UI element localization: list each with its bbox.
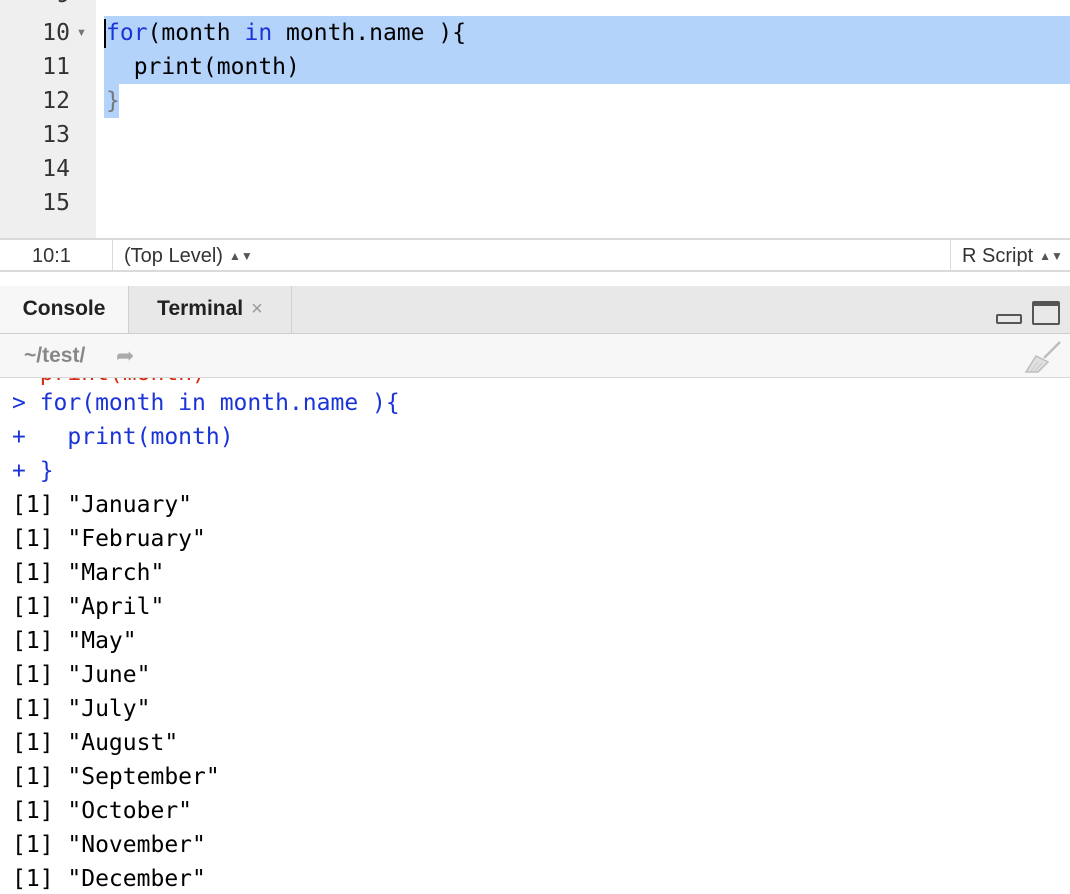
tab-label: Console [22,297,106,320]
tab-terminal[interactable]: Terminal × [129,286,292,333]
clear-console-broom-icon[interactable] [1024,340,1064,379]
console-output-line: [1] "November" [12,832,206,858]
console-input-line: + } [12,458,54,484]
divider [112,240,113,272]
minimize-pane-icon[interactable] [996,314,1022,324]
tab-console[interactable]: Console [0,286,129,333]
file-type-label: R Script [962,245,1034,267]
line-number: 13 [42,122,70,148]
line-number: 10 [42,20,70,46]
line-number: 11 [42,54,70,80]
scope-label: (Top Level) [124,245,223,267]
cursor-position: 10:1 [32,245,71,267]
console-output-line: [1] "May" [12,628,137,654]
divider [950,240,951,272]
console-output-line: [1] "March" [12,560,165,586]
working-directory: ~/test/ [24,344,86,367]
updown-chevron-icon: ▲▼ [228,249,253,263]
line-number: 15 [42,190,70,216]
file-type-selector[interactable]: R Script ▲▼ [962,240,1063,272]
console-output-line: [1] "December" [12,866,206,892]
code-line[interactable]: } [106,84,120,118]
console-output-line: [1] "August" [12,730,179,756]
console-input-line: + print(month) [12,424,234,450]
console-output-line: [1] "February" [12,526,206,552]
console-output-line: [1] "September" [12,764,220,790]
console-input-line: > for(month in month.name ){ [12,390,400,416]
tab-label: Terminal [157,297,244,320]
console-output[interactable]: print(month) > for(month in month.name )… [0,378,1070,894]
editor-status-bar: 10:1 (Top Level) ▲▼ R Script ▲▼ [0,238,1070,272]
console-output-line: [1] "October" [12,798,193,824]
code-line[interactable]: print(month) [106,50,300,84]
console-path-bar: ~/test/ ➦ [0,334,1070,378]
fold-chevron-icon[interactable]: ▼ [76,16,87,50]
maximize-pane-icon[interactable] [1032,301,1060,325]
close-icon[interactable]: × [251,298,263,320]
line-number-gutter: 9 10 ▼ 11 12 13 14 15 [0,0,96,238]
code-line[interactable]: for(month in month.name ){ [106,16,466,50]
line-number: 14 [42,156,70,182]
go-to-directory-icon[interactable]: ➦ [116,340,134,372]
scope-selector[interactable]: (Top Level) ▲▼ [124,240,253,272]
source-editor[interactable]: 9 10 ▼ 11 12 13 14 15 for(month in month… [0,0,1070,238]
updown-chevron-icon: ▲▼ [1039,249,1063,263]
line-number: 9 [0,0,70,12]
console-lines: > for(month in month.name ){ + print(mon… [12,386,400,894]
pane-tab-bar: Console Terminal × [0,286,1070,334]
console-output-line: [1] "January" [12,492,193,518]
console-output-line: [1] "July" [12,696,151,722]
console-output-line: [1] "April" [12,594,165,620]
line-number: 12 [42,88,70,114]
console-output-line: [1] "June" [12,662,151,688]
text-cursor [104,19,106,48]
